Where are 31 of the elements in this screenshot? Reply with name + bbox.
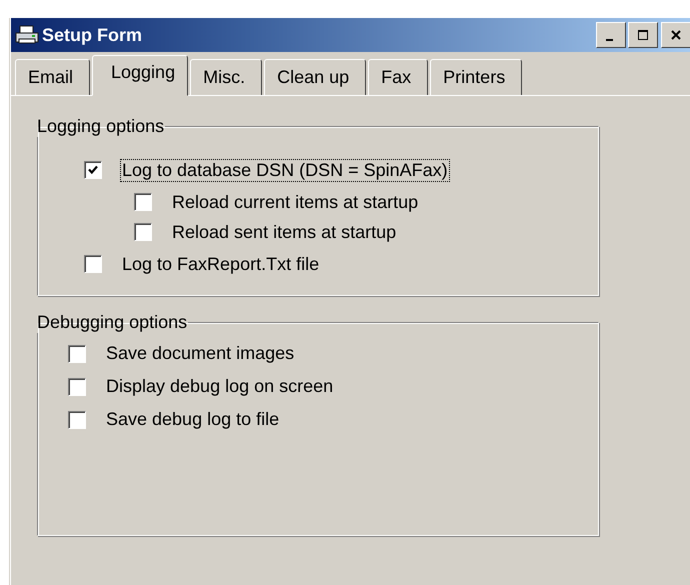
checkbox[interactable] (84, 255, 102, 273)
checkbox-label[interactable]: Reload sent items at startup (170, 220, 398, 244)
maximize-icon (637, 29, 649, 41)
checkbox-label[interactable]: Save debug log to file (104, 408, 282, 431)
minimize-button[interactable] (596, 22, 626, 48)
checkbox-label[interactable]: Save document images (104, 342, 296, 365)
close-button[interactable] (661, 22, 690, 48)
checkbox[interactable] (68, 410, 86, 428)
minimize-icon (606, 38, 613, 40)
tab[interactable]: Clean up (264, 59, 366, 95)
checkbox[interactable] (134, 193, 152, 211)
tab[interactable]: Printers (430, 59, 522, 95)
checkbox-label[interactable]: Display debug log on screen (104, 375, 336, 398)
tab[interactable]: Fax (368, 59, 428, 95)
checkbox-label[interactable]: Log to database DSN (DSN = SpinAFax) (120, 158, 450, 182)
printer-icon (15, 25, 39, 45)
checkbox[interactable] (68, 344, 86, 362)
tab[interactable]: Logging (92, 55, 188, 96)
checkmark-icon (87, 164, 99, 176)
maximize-button[interactable] (628, 22, 658, 48)
checkbox[interactable] (68, 378, 86, 396)
tab[interactable]: Misc. (190, 59, 262, 95)
checkbox-label[interactable]: Reload current items at startup (170, 190, 420, 214)
group-label: Debugging options (36, 312, 188, 333)
checkbox-label[interactable]: Log to FaxReport.Txt file (120, 252, 322, 276)
group-label: Logging options (36, 116, 166, 137)
window-title: Setup Form (42, 24, 142, 46)
checkbox[interactable] (134, 223, 152, 241)
tab[interactable]: Email (15, 59, 90, 95)
checkbox[interactable] (84, 161, 102, 179)
close-icon (670, 29, 682, 41)
